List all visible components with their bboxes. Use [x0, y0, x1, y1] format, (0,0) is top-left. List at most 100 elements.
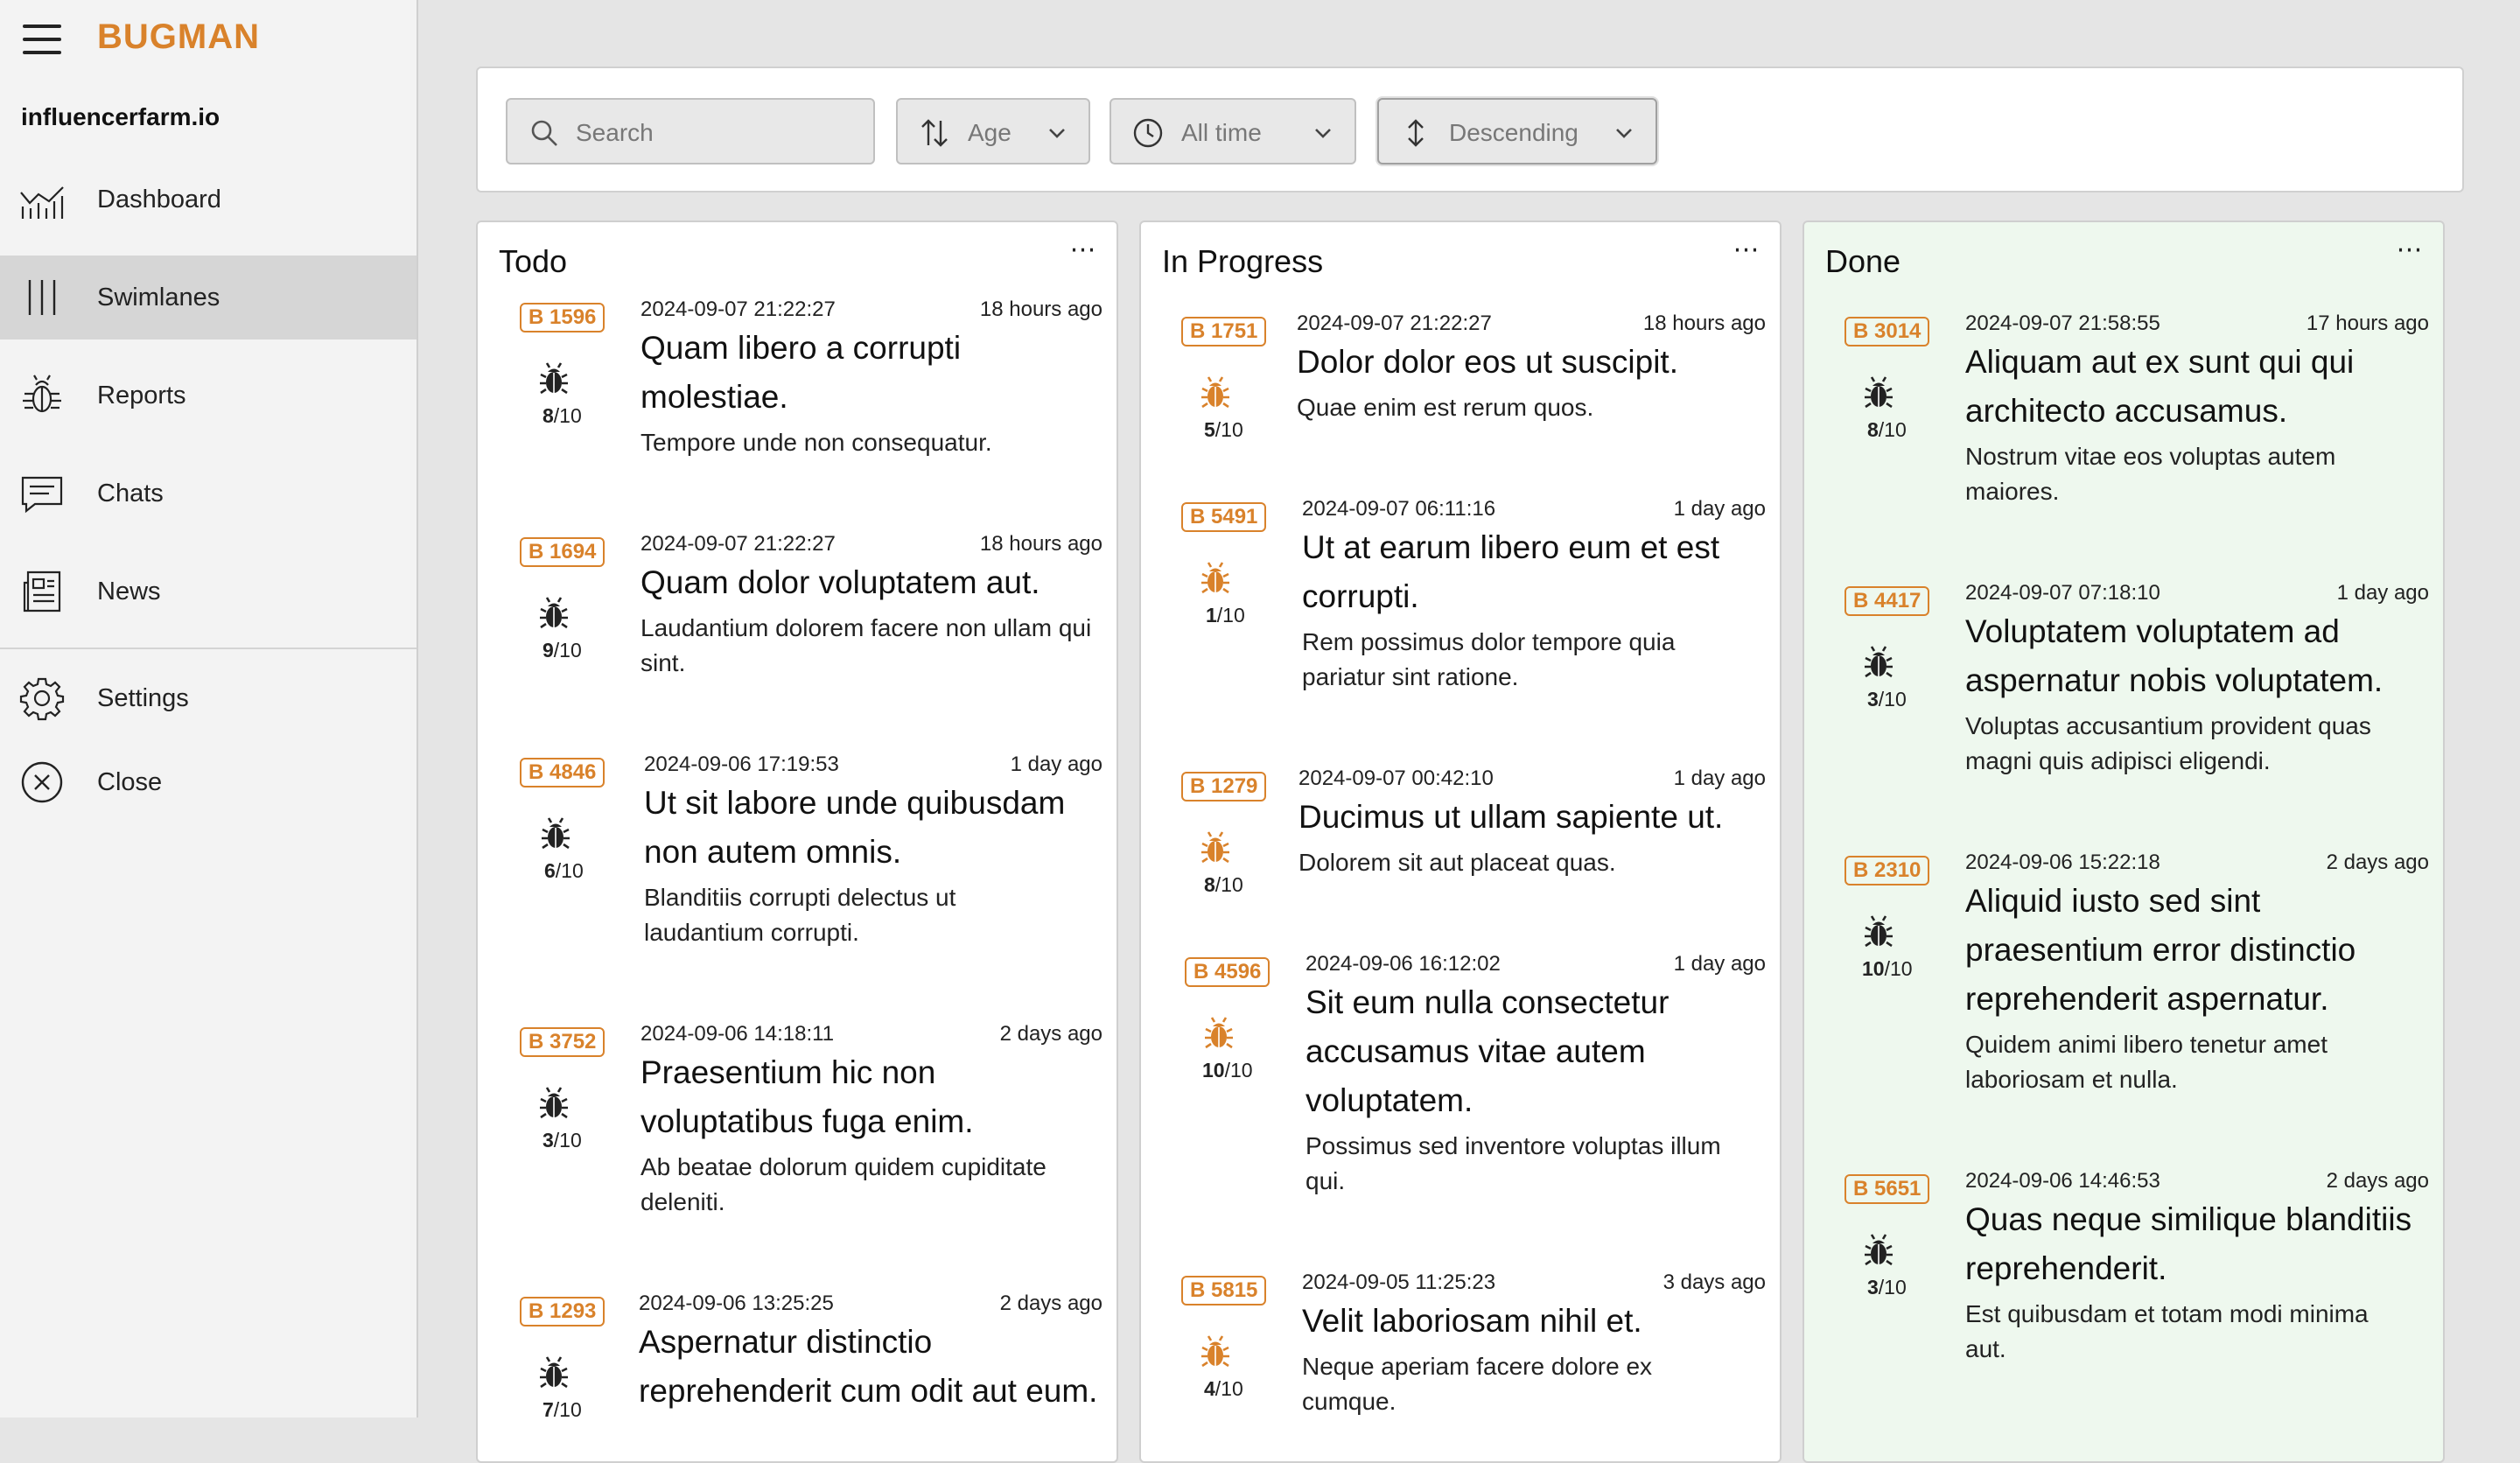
bug-icon: [23, 374, 61, 413]
bug-description: Nostrum vitae eos voluptas autem maiores…: [1965, 443, 2336, 505]
sidebar: BUGMAN influencerfarm.io Dashboard Swiml…: [0, 0, 418, 1418]
time-range-select[interactable]: All time: [1110, 98, 1356, 164]
chat-icon: [21, 476, 63, 514]
bug-description: Laudantium dolorem facere non ullam qui …: [640, 614, 1092, 676]
bug-id-badge: B 5815: [1181, 1276, 1267, 1306]
bug-date: 2024-09-07 21:22:27: [640, 298, 836, 321]
bug-id-badge: B 1751: [1181, 317, 1267, 346]
bug-icon: [539, 597, 569, 629]
bug-id-badge: B 4417: [1844, 586, 1930, 616]
bug-title: Aspernatur distinctio reprehenderit cum …: [639, 1324, 1098, 1409]
sort-order-icon: [1408, 119, 1424, 147]
severity-score: 8/10: [542, 404, 582, 427]
bug-title: Quas neque similique blanditiis reprehen…: [1965, 1201, 2412, 1286]
bug-age: 1 day ago: [1673, 766, 1766, 790]
severity-score: 3/10: [542, 1129, 582, 1152]
nav-label: Chats: [97, 479, 164, 508]
nav-item-dashboard[interactable]: Dashboard: [0, 158, 416, 242]
sort-field-value: Age: [968, 119, 1012, 146]
bug-id-badge: B 2310: [1844, 856, 1930, 886]
bug-description: Possimus sed inventore voluptas illum qu…: [1306, 1132, 1721, 1194]
bug-id-badge: B 4596: [1185, 957, 1270, 987]
bug-description: Quae enim est rerum quos.: [1297, 394, 1594, 421]
chevron-down-icon: [1616, 129, 1632, 138]
bug-icon: [1864, 376, 1894, 409]
bug-age: 1 day ago: [2336, 581, 2429, 605]
severity-score: 3/10: [1867, 688, 1907, 710]
bug-title: Ducimus ut ullam sapiente ut.: [1298, 799, 1724, 835]
severity-score: 9/10: [542, 639, 582, 662]
bug-age: 2 days ago: [2326, 1169, 2429, 1193]
bug-icon: [539, 1087, 569, 1119]
severity-score: 8/10: [1867, 418, 1907, 441]
swimlane-title: In Progress: [1162, 243, 1324, 279]
bug-date: 2024-09-07 00:42:10: [1298, 766, 1494, 790]
severity-score: 1/10: [1206, 604, 1245, 626]
swimlane-title: Todo: [499, 243, 568, 279]
more-options-icon[interactable]: ⋯: [2392, 234, 2427, 264]
nav-item-news[interactable]: News: [0, 550, 416, 634]
nav-label: News: [97, 577, 161, 606]
severity-score: 5/10: [1204, 418, 1243, 441]
bug-icon: [539, 362, 569, 395]
nav-label: Swimlanes: [97, 283, 220, 312]
bug-age: 18 hours ago: [1642, 312, 1766, 335]
bug-description: Voluptas accusantium provident quas magn…: [1965, 712, 2371, 774]
bug-description: Ab beatae dolorum quidem cupiditate dele…: [640, 1153, 1046, 1215]
search-box[interactable]: [506, 98, 875, 164]
severity-score: 3/10: [1867, 1276, 1907, 1298]
bug-date: 2024-09-07 21:58:55: [1965, 312, 2160, 335]
bug-icon: [1204, 1017, 1234, 1049]
bug-icon: [1864, 646, 1894, 678]
nav-item-settings[interactable]: Settings: [0, 656, 416, 740]
bug-description: Dolorem sit aut placeat quas.: [1298, 849, 1616, 876]
bug-id-badge: B 5491: [1181, 502, 1267, 532]
bug-id-badge: B 4846: [520, 758, 606, 788]
gear-icon: [19, 677, 65, 721]
bug-age: 3 days ago: [1662, 1270, 1766, 1294]
more-options-icon[interactable]: ⋯: [1066, 234, 1101, 264]
bug-date: 2024-09-05 11:25:23: [1302, 1270, 1496, 1294]
bug-icon: [1200, 562, 1230, 594]
brand-logo[interactable]: BUGMAN: [97, 18, 260, 57]
bug-title: Voluptatem voluptatem ad aspernatur nobi…: [1965, 613, 2384, 698]
bug-title: Praesentium hic non voluptatibus fuga en…: [640, 1054, 974, 1139]
bug-icon: [541, 817, 570, 850]
nav-item-chats[interactable]: Chats: [0, 452, 416, 536]
nav-item-reports[interactable]: Reports: [0, 354, 416, 438]
bug-title: Dolor dolor eos ut suscipit.: [1297, 344, 1678, 380]
bug-date: 2024-09-07 06:11:16: [1302, 497, 1496, 521]
bug-icon: [1200, 376, 1230, 409]
sort-arrows-icon: [921, 119, 948, 147]
hamburger-menu-icon[interactable]: [23, 24, 61, 54]
bug-description: Rem possimus dolor tempore quia pariatur…: [1302, 628, 1676, 690]
close-circle-icon: [21, 761, 63, 803]
sidebar-divider: [0, 648, 416, 649]
bug-title: Aliquid iusto sed sint praesentium error…: [1965, 883, 2356, 1017]
bug-id-badge: B 5651: [1844, 1174, 1930, 1204]
bug-description: Tempore unde non consequatur.: [640, 429, 992, 456]
chevron-down-icon: [1315, 129, 1331, 138]
sort-order-select[interactable]: Descending: [1377, 98, 1657, 164]
bug-icon: [1200, 831, 1230, 864]
swimlane-in-progress: In Progress ⋯ B 1751 5/10 2024-09-07 21:…: [1139, 220, 1782, 1463]
swimlanes-icon: [28, 280, 56, 315]
search-input[interactable]: [574, 116, 858, 150]
nav-label: Close: [97, 767, 163, 796]
severity-score: 10/10: [1862, 957, 1913, 980]
bug-title: Quam dolor voluptatem aut.: [640, 564, 1040, 600]
more-options-icon[interactable]: ⋯: [1729, 234, 1764, 264]
organization-name: influencerfarm.io: [21, 103, 220, 130]
sort-order-value: Descending: [1449, 119, 1578, 146]
nav-item-close[interactable]: Close: [0, 740, 416, 824]
nav-label: Settings: [97, 683, 189, 712]
bug-title: Velit laboriosam nihil et.: [1302, 1303, 1642, 1339]
sort-field-select[interactable]: Age: [896, 98, 1090, 164]
severity-score: 8/10: [1204, 873, 1243, 896]
chevron-down-icon: [1049, 129, 1065, 138]
bug-title: Quam libero a corrupti molestiae.: [640, 330, 962, 415]
bug-date: 2024-09-06 17:19:53: [644, 752, 839, 776]
bug-description: Quidem animi libero tenetur amet laborio…: [1965, 1031, 2328, 1093]
nav-item-swimlanes[interactable]: Swimlanes: [0, 256, 416, 340]
bug-id-badge: B 1694: [520, 537, 606, 567]
